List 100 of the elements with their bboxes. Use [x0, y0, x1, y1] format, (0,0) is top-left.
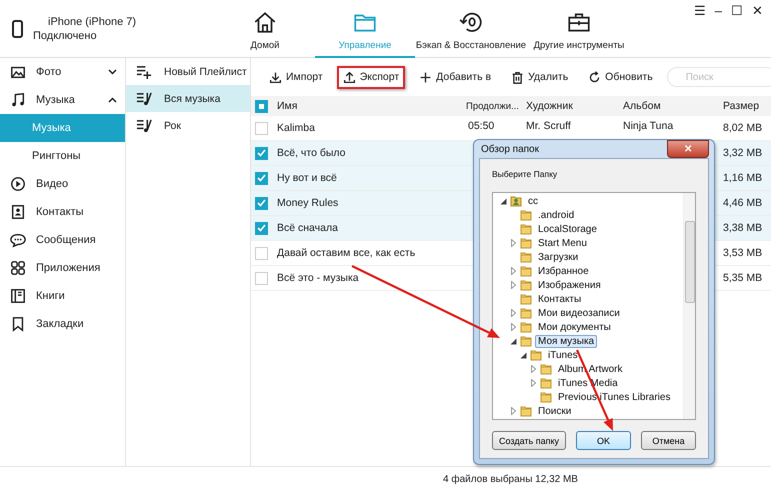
- table-cell: 8,02 MB: [723, 122, 762, 134]
- table-cell: 3,53 MB: [723, 247, 762, 259]
- row-checkbox[interactable]: [255, 172, 268, 184]
- tree-item[interactable]: Мои документы: [535, 320, 614, 334]
- music-note-icon: [10, 92, 26, 108]
- check-icon: [257, 149, 266, 157]
- column-header[interactable]: Художник: [526, 100, 573, 112]
- folder-icon: [530, 349, 542, 361]
- column-header[interactable]: Продолжи...: [466, 100, 519, 112]
- folder-icon: [540, 363, 552, 375]
- table-cell: Всё это - музыка: [277, 272, 359, 284]
- check-icon: [257, 224, 266, 232]
- add-playlist-icon: [136, 64, 152, 80]
- row-checkbox[interactable]: [255, 222, 268, 234]
- contact-card-icon: [10, 204, 26, 220]
- tree-item[interactable]: Start Menu: [535, 236, 590, 250]
- select-all-checkbox[interactable]: [255, 100, 268, 112]
- tree-item[interactable]: LocalStorage: [535, 222, 600, 236]
- device-name: iPhone (iPhone 7): [47, 16, 136, 28]
- folder-icon: [520, 237, 532, 249]
- row-checkbox[interactable]: [255, 246, 268, 260]
- tree-item[interactable]: cc: [525, 194, 541, 208]
- minimize-button[interactable]: –: [714, 3, 722, 19]
- sidebar-item[interactable]: Фото: [0, 58, 125, 86]
- tree-item[interactable]: iTunes: [545, 348, 581, 362]
- toolbar-button[interactable]: Добавить в: [413, 66, 498, 88]
- tree-item[interactable]: .android: [535, 208, 578, 222]
- play-icon: [10, 176, 26, 192]
- upload-icon: [342, 70, 356, 84]
- row-checkbox[interactable]: [255, 122, 268, 134]
- sidebar-item[interactable]: Приложения: [0, 254, 125, 282]
- nav-tab[interactable]: Бэкап & Восстановление: [415, 0, 527, 58]
- trash-icon: [511, 70, 524, 84]
- folder-icon: [520, 293, 532, 305]
- folder-icon: [520, 223, 532, 235]
- plus-icon: [419, 70, 432, 84]
- sidebar-item[interactable]: Видео: [0, 170, 125, 198]
- nav-tab[interactable]: Домой: [215, 0, 315, 58]
- column-header[interactable]: Размер: [723, 100, 760, 112]
- tree-item[interactable]: Моя музыка: [535, 334, 598, 348]
- dialog-prompt: Выберите Папку: [492, 169, 558, 179]
- sidebar-item[interactable]: Контакты: [0, 198, 125, 226]
- playlist-item[interactable]: Новый Плейлист: [126, 58, 250, 85]
- table-cell-text: Ninja Tuna: [623, 119, 674, 132]
- column-header[interactable]: Имя: [277, 100, 298, 112]
- playlist-item[interactable]: Вся музыка: [126, 85, 250, 112]
- table-cell: 3,32 MB: [723, 147, 762, 159]
- dialog-button[interactable]: Отмена: [641, 431, 696, 450]
- row-checkbox[interactable]: [255, 196, 268, 210]
- folder-icon: [540, 377, 552, 389]
- table-cell: Money Rules: [277, 197, 338, 209]
- tree-item[interactable]: Контакты: [535, 292, 584, 306]
- partial-mark-icon: [259, 104, 264, 108]
- table-cell-text: Mr. Scruff: [526, 119, 571, 132]
- book-icon: [10, 288, 26, 304]
- folder-icon: [520, 335, 532, 347]
- sidebar-item[interactable]: Музыка: [0, 86, 125, 114]
- sidebar-item[interactable]: Книги: [0, 282, 125, 310]
- playlist-icon: [136, 90, 152, 106]
- close-button[interactable]: ✕: [752, 3, 763, 19]
- connection-status: Подключено: [33, 30, 98, 42]
- sidebar-item[interactable]: Сообщения: [0, 226, 125, 254]
- toolbar-button[interactable]: Обновить: [582, 66, 659, 88]
- menu-button[interactable]: ☰: [694, 3, 706, 19]
- phone-icon: [12, 20, 23, 38]
- table-cell: 1,16 MB: [723, 172, 762, 184]
- dialog-button[interactable]: Создать папку: [492, 431, 566, 450]
- row-checkbox[interactable]: [255, 146, 268, 160]
- app-grid-icon: [10, 260, 26, 276]
- table-cell: Давай оставим все, как есть: [277, 247, 416, 259]
- folder-icon: [520, 307, 532, 319]
- maximize-button[interactable]: ☐: [731, 3, 743, 19]
- tree-item[interactable]: Мои видеозаписи: [535, 306, 623, 320]
- scrollbar[interactable]: [683, 193, 695, 419]
- tree-item[interactable]: Избранное: [535, 264, 592, 278]
- playlist-icon: [136, 118, 152, 134]
- photo-icon: [10, 64, 26, 80]
- folder-icon: [520, 321, 532, 333]
- search-field[interactable]: Поиск: [666, 67, 771, 87]
- toolbar-button[interactable]: Удалить: [505, 66, 574, 88]
- nav-tab[interactable]: Другие инструменты: [527, 0, 631, 58]
- folder-icon: [520, 265, 532, 277]
- playlist-item[interactable]: Рок: [126, 112, 250, 139]
- column-header[interactable]: Альбом: [623, 100, 661, 112]
- toolbar-button[interactable]: Экспорт: [336, 66, 406, 88]
- tree-item[interactable]: Изображения: [535, 278, 604, 292]
- sidebar-item[interactable]: Рингтоны: [0, 142, 125, 170]
- table-cell-text: 05:50: [468, 119, 494, 132]
- download-icon: [269, 70, 282, 84]
- dialog-button[interactable]: OK: [576, 431, 631, 450]
- user-folder-icon: [510, 195, 522, 207]
- status-text: 4 файлов выбраны 12,32 MB: [443, 474, 578, 484]
- toolbar-button[interactable]: Импорт: [263, 66, 329, 88]
- sidebar-item[interactable]: Закладки: [0, 310, 125, 338]
- row-checkbox[interactable]: [255, 272, 268, 284]
- table-cell: Всё, что было: [277, 147, 346, 159]
- table-cell: 5,35 MB: [723, 272, 762, 284]
- tree-item[interactable]: Загрузки: [535, 250, 582, 264]
- tree-item[interactable]: Previous iTunes Libraries: [555, 390, 674, 404]
- tree-item[interactable]: Поиски: [535, 404, 574, 418]
